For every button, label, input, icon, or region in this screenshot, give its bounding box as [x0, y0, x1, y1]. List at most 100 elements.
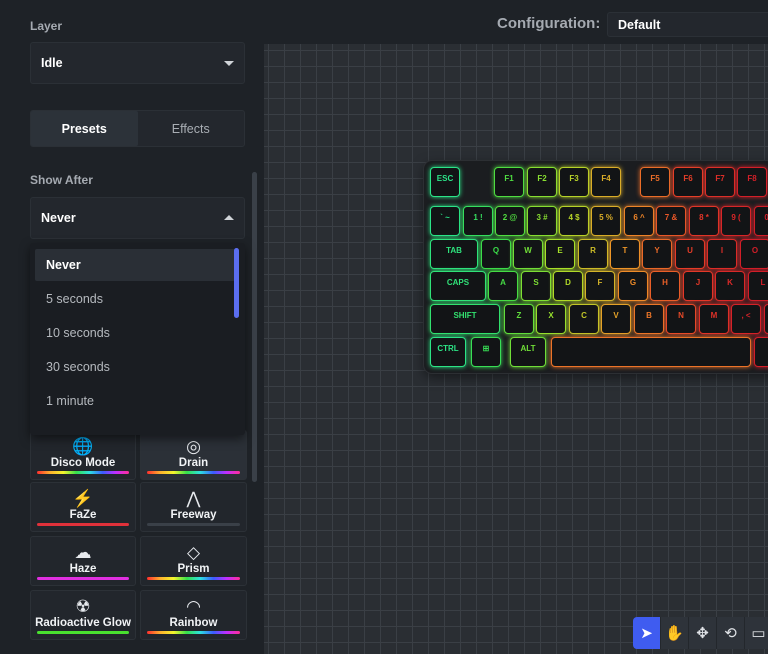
key-1-6[interactable]: 6 ^: [624, 206, 654, 236]
preset-name: Drain: [178, 457, 209, 469]
key-3-9[interactable]: L: [748, 271, 768, 301]
key-4-7[interactable]: M: [699, 304, 729, 334]
preset-card-radioactive-glow[interactable]: ☢ Radioactive Glow: [30, 590, 136, 640]
key-4-2[interactable]: X: [536, 304, 566, 334]
preset-card-freeway[interactable]: ⋀ Freeway: [140, 482, 247, 532]
layer-select-value: Idle: [41, 56, 63, 70]
key-0-8[interactable]: F8: [737, 167, 767, 197]
key-1-0[interactable]: ` ~: [430, 206, 460, 236]
dropdown-scrollbar-thumb[interactable]: [234, 248, 239, 318]
key-5-2[interactable]: ALT: [510, 337, 546, 367]
key-3-8[interactable]: K: [715, 271, 745, 301]
key-2-0[interactable]: TAB: [430, 239, 478, 269]
preset-card-drain[interactable]: ◎ Drain: [140, 430, 247, 480]
dropdown-option-5-seconds[interactable]: 5 seconds: [35, 283, 235, 315]
configuration-select[interactable]: Default: [607, 12, 768, 37]
key-3-6[interactable]: H: [650, 271, 680, 301]
preset-card-faze[interactable]: ⚡ FaZe: [30, 482, 136, 532]
key-2-2[interactable]: W: [513, 239, 543, 269]
preset-color-bar: [147, 471, 240, 474]
key-1-1[interactable]: 1 !: [463, 206, 493, 236]
key-2-7[interactable]: U: [675, 239, 705, 269]
key-5-3[interactable]: [551, 337, 751, 367]
configuration-label: Configuration:: [497, 15, 601, 32]
key-3-1[interactable]: A: [488, 271, 518, 301]
preset-name: Haze: [69, 563, 97, 575]
crop-icon[interactable]: ▭: [745, 617, 768, 649]
key-3-5[interactable]: G: [618, 271, 648, 301]
dropdown-option-30-seconds[interactable]: 30 seconds: [35, 351, 235, 383]
show-after-label: Show After: [30, 173, 93, 187]
key-2-1[interactable]: Q: [481, 239, 511, 269]
key-1-9[interactable]: 9 (: [721, 206, 751, 236]
key-5-0[interactable]: CTRL: [430, 337, 466, 367]
layer-select[interactable]: Idle: [30, 42, 245, 84]
key-2-8[interactable]: I: [707, 239, 737, 269]
key-2-4[interactable]: R: [578, 239, 608, 269]
key-3-0[interactable]: CAPS: [430, 271, 486, 301]
chevron-up-icon: [224, 215, 234, 220]
globe-icon: 🌐: [72, 436, 94, 456]
key-3-7[interactable]: J: [683, 271, 713, 301]
key-2-3[interactable]: E: [545, 239, 575, 269]
key-3-4[interactable]: F: [585, 271, 615, 301]
dropdown-option-10-seconds[interactable]: 10 seconds: [35, 317, 235, 349]
key-3-3[interactable]: D: [553, 271, 583, 301]
key-4-3[interactable]: C: [569, 304, 599, 334]
preset-color-bar: [37, 631, 129, 634]
key-5-1[interactable]: ⊞: [471, 337, 501, 367]
key-4-1[interactable]: Z: [504, 304, 534, 334]
key-0-3[interactable]: F3: [559, 167, 589, 197]
key-4-5[interactable]: B: [634, 304, 664, 334]
key-0-5[interactable]: F5: [640, 167, 670, 197]
preset-name: Rainbow: [169, 617, 218, 629]
key-1-5[interactable]: 5 %: [591, 206, 621, 236]
preset-card-prism[interactable]: ◇ Prism: [140, 536, 247, 586]
key-1-7[interactable]: 7 &: [656, 206, 686, 236]
preset-color-bar: [37, 577, 129, 580]
key-4-4[interactable]: V: [601, 304, 631, 334]
chevron-down-icon: [224, 61, 234, 66]
key-0-6[interactable]: F6: [673, 167, 703, 197]
key-1-2[interactable]: 2 @: [495, 206, 525, 236]
key-0-2[interactable]: F2: [527, 167, 557, 197]
preset-name: FaZe: [69, 509, 97, 521]
tab-presets[interactable]: Presets: [31, 111, 138, 146]
key-0-1[interactable]: F1: [494, 167, 524, 197]
key-1-10[interactable]: 0 ): [754, 206, 768, 236]
dropdown-option-never[interactable]: Never: [35, 249, 235, 281]
layer-label: Layer: [30, 19, 63, 33]
key-3-2[interactable]: S: [521, 271, 551, 301]
key-1-4[interactable]: 4 $: [559, 206, 589, 236]
panel-tabs: Presets Effects: [30, 110, 245, 147]
road-icon: ⋀: [186, 488, 201, 508]
key-4-6[interactable]: N: [666, 304, 696, 334]
show-after-dropdown: Never 5 seconds 10 seconds 30 seconds 1 …: [30, 243, 245, 435]
key-0-0[interactable]: ESC: [430, 167, 460, 197]
show-after-select[interactable]: Never: [30, 197, 245, 239]
preset-card-rainbow[interactable]: ◠ Rainbow: [140, 590, 247, 640]
select-arrow-icon[interactable]: ➤: [633, 617, 661, 649]
preset-card-haze[interactable]: ☁ Haze: [30, 536, 136, 586]
key-4-0[interactable]: SHIFT: [430, 304, 500, 334]
key-1-3[interactable]: 3 #: [527, 206, 557, 236]
key-1-8[interactable]: 8 *: [689, 206, 719, 236]
key-2-5[interactable]: T: [610, 239, 640, 269]
key-0-7[interactable]: F7: [705, 167, 735, 197]
key-2-6[interactable]: Y: [642, 239, 672, 269]
key-5-4[interactable]: [754, 337, 768, 367]
move-icon[interactable]: ✥: [689, 617, 717, 649]
rotate-icon[interactable]: ⟲: [717, 617, 745, 649]
hand-icon[interactable]: ✋: [661, 617, 689, 649]
presets-scrollbar-thumb[interactable]: [252, 172, 257, 482]
keyboard-preview[interactable]: ESC F1 F2 F3 F4 F5 F6 F7 F8 ` ~1 ! 2 @3 #4 $5 % 6 ^…: [424, 161, 768, 373]
dropdown-option-1-minute[interactable]: 1 minute: [35, 385, 235, 417]
key-4-9[interactable]: . >: [764, 304, 768, 334]
preset-name: Prism: [177, 563, 210, 575]
key-2-9[interactable]: O: [740, 239, 768, 269]
key-4-8[interactable]: , <: [731, 304, 761, 334]
tab-effects[interactable]: Effects: [138, 111, 245, 146]
preset-color-bar: [147, 631, 240, 634]
key-0-4[interactable]: F4: [591, 167, 621, 197]
preset-card-disco-mode[interactable]: 🌐 Disco Mode: [30, 430, 136, 480]
